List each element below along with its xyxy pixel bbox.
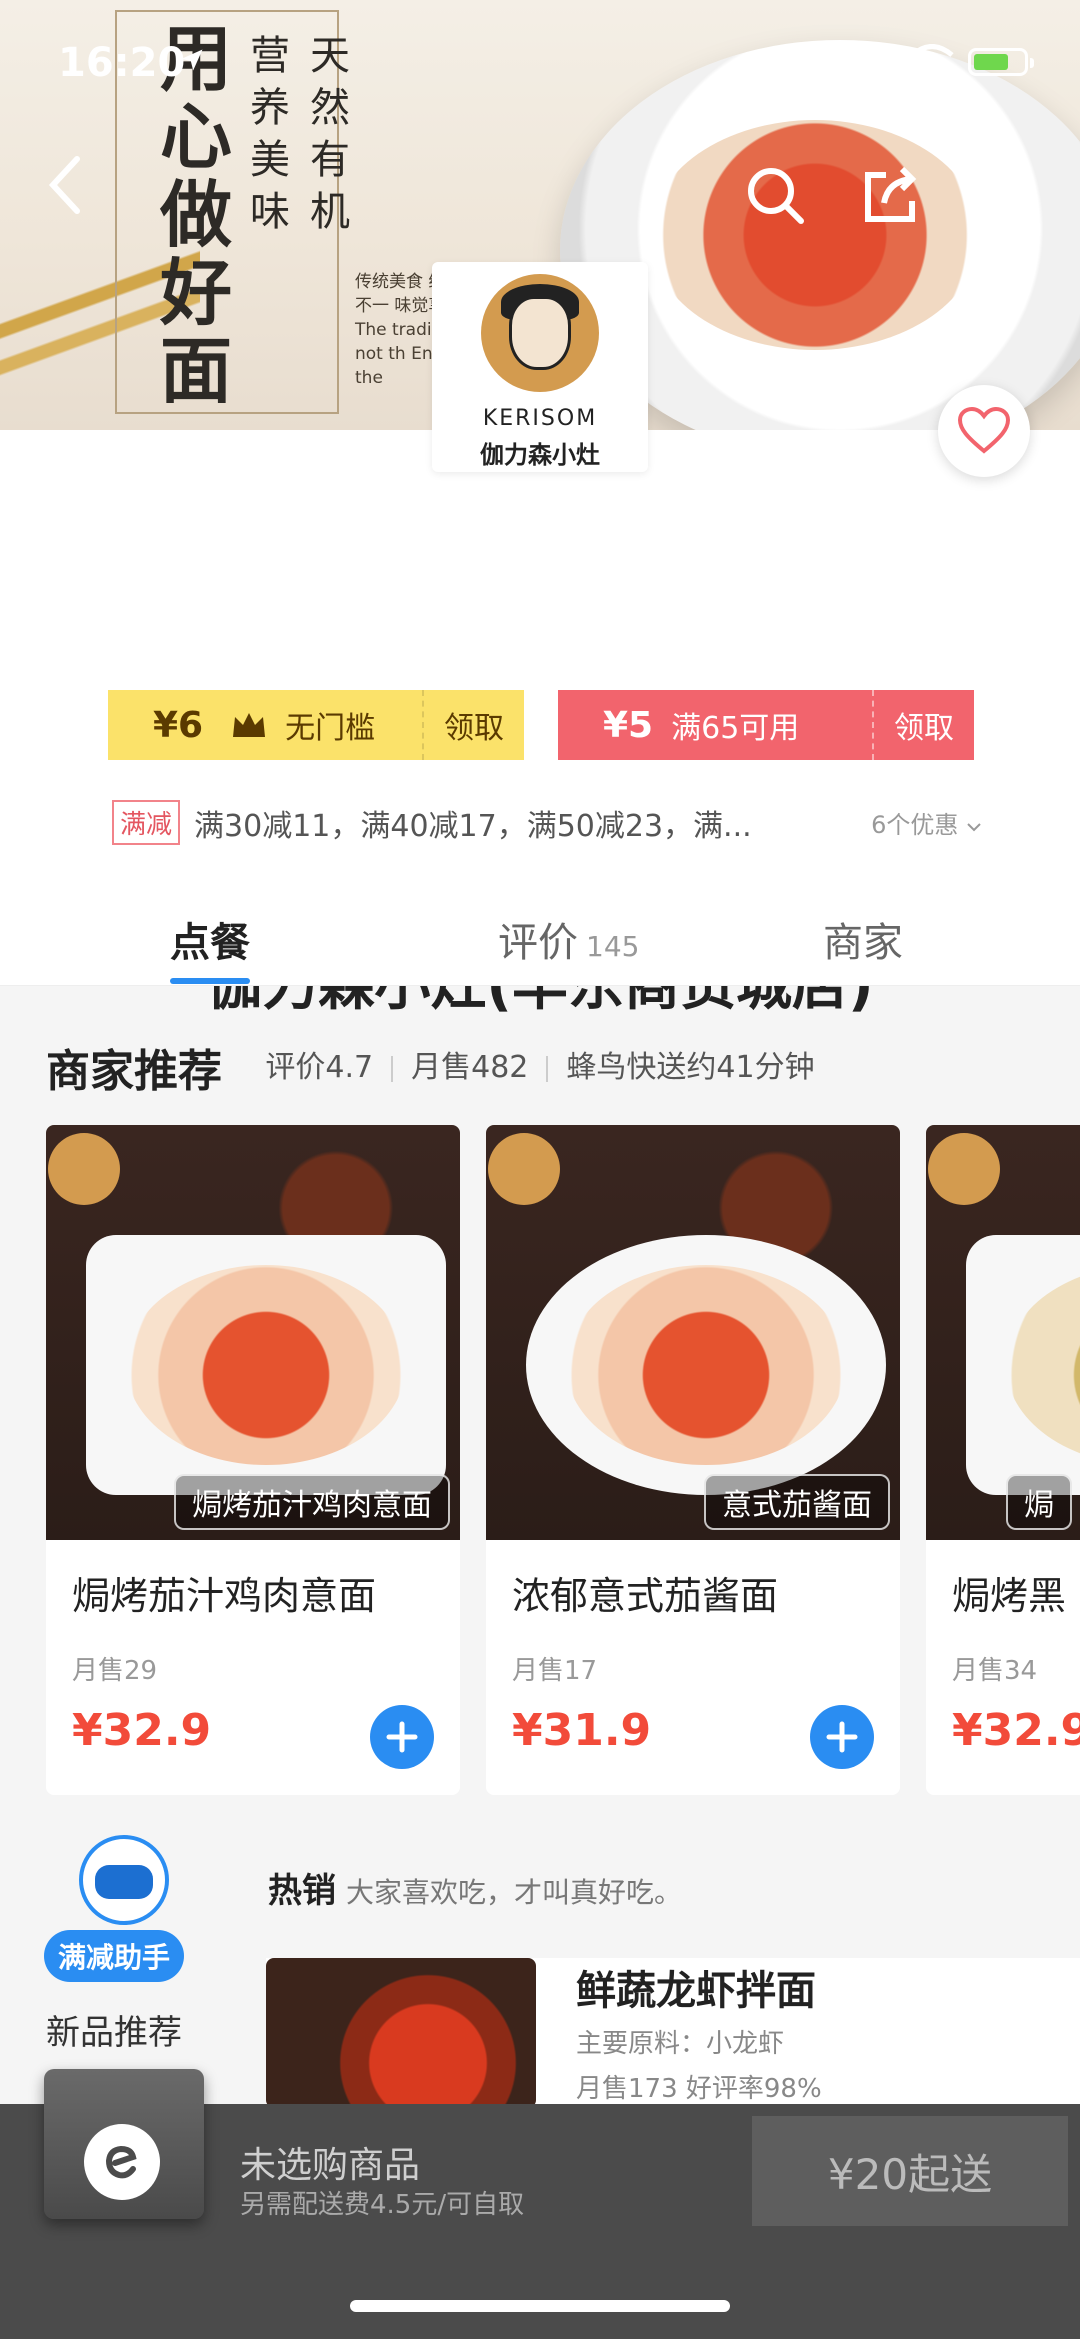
tab-bar: 点餐 评价 145 商家 — [0, 870, 1080, 986]
dish-image-caption: 意式茄酱面 — [704, 1474, 890, 1530]
discount-assistant-label: 满减助手 — [44, 1930, 184, 1982]
menu-category-new[interactable]: 新品推荐 — [46, 2005, 182, 2054]
promo-row[interactable]: 满减 满30减11，满40减17，满50减23，满... 6个优惠 — [112, 800, 982, 845]
checkout-button[interactable]: ¥20起送 — [752, 2116, 1068, 2226]
status-time: 16:20 — [58, 40, 186, 86]
dish-card[interactable]: 焗 焗烤黑 月售34 ¥32.9 — [926, 1125, 1080, 1795]
plus-icon — [386, 1721, 418, 1753]
cart-button[interactable] — [44, 2069, 204, 2224]
dish-sales: 月售17 — [512, 1656, 598, 1686]
coupon-desc: 满65可用 — [671, 711, 800, 746]
dish-card[interactable]: 焗烤茄汁鸡肉意面 焗烤茄汁鸡肉意面 月售29 ¥32.9 — [46, 1125, 460, 1795]
coupon-claim-button[interactable]: 领取 — [422, 690, 524, 760]
tab-order-label: 点餐 — [170, 920, 250, 966]
home-indicator[interactable] — [350, 2300, 730, 2312]
store-logo-cn: 伽力森小灶 — [480, 441, 600, 469]
tab-merchant-label: 商家 — [823, 920, 903, 966]
menu-item[interactable]: 鲜蔬龙虾拌面 主要原料：小龙虾 月售173 好评率98% — [266, 1958, 1080, 2108]
coupon-desc: 无门槛 — [285, 711, 376, 746]
dish-sales: 月售29 — [72, 1656, 158, 1686]
store-delivery-time: 蜂鸟快送约41分钟 — [566, 1050, 815, 1085]
heart-icon — [957, 407, 1011, 454]
tab-reviews-count: 145 — [586, 930, 640, 963]
menu-item-stats: 月售173 好评率98% — [576, 2074, 822, 2104]
menu-item-ingredients: 主要原料：小龙虾 — [576, 2029, 785, 2059]
store-logo-brand: KERISOM — [482, 406, 598, 431]
group-order-button[interactable]: 拼 — [970, 160, 1040, 230]
chevron-left-icon — [48, 156, 80, 214]
promo-count-label: 6个优惠 — [871, 811, 959, 839]
brand-badge — [488, 1133, 560, 1205]
discount-assistant-button[interactable]: 满减助手 — [44, 1835, 184, 1985]
dish-image: 焗烤茄汁鸡肉意面 — [46, 1125, 460, 1540]
section-title-recommend: 商家推荐 — [46, 1046, 222, 1097]
dish-image-caption: 焗 — [1006, 1474, 1072, 1530]
recommend-carousel[interactable]: 焗烤茄汁鸡肉意面 焗烤茄汁鸡肉意面 月售29 ¥32.9 意式茄酱面 浓郁意式茄… — [46, 1125, 1080, 1795]
location-arrow-icon — [181, 49, 203, 71]
status-bar: 16:20 — [0, 0, 1080, 130]
back-button[interactable] — [30, 150, 100, 220]
tab-active-indicator — [170, 978, 250, 984]
favorite-button[interactable] — [938, 385, 1030, 477]
robot-icon — [79, 1835, 169, 1925]
store-monthly-sales: 月售482 — [411, 1050, 529, 1085]
store-logo: KERISOM 伽力森小灶 — [432, 262, 648, 472]
tab-merchant[interactable]: 商家 — [823, 910, 903, 968]
store-rating: 评价4.7 — [265, 1050, 374, 1085]
dish-image: 意式茄酱面 — [486, 1125, 900, 1540]
group-order-icon: 拼 — [976, 166, 1034, 224]
menu-section-desc: 大家喜欢吃，才叫真好吃。 — [346, 1876, 683, 1909]
plus-icon — [826, 1721, 858, 1753]
add-to-cart-button[interactable] — [370, 1705, 434, 1769]
add-to-cart-button[interactable] — [810, 1705, 874, 1769]
share-button[interactable] — [855, 160, 925, 230]
cart-logo-icon — [84, 2124, 160, 2200]
dish-name: 浓郁意式茄酱面 — [512, 1574, 779, 1618]
dish-price: ¥32.9 — [952, 1705, 1080, 1756]
menu-item-image — [266, 1958, 536, 2108]
coupon-amount: ¥5 — [603, 704, 654, 746]
menu-section-header: 热销 大家喜欢吃，才叫真好吃。 — [268, 1863, 682, 1912]
tab-reviews[interactable]: 评价 145 — [498, 910, 639, 968]
coupon-amount: ¥6 — [153, 704, 204, 746]
share-icon — [865, 166, 917, 222]
chevron-down-icon — [967, 823, 981, 832]
wifi-icon — [910, 44, 954, 76]
dish-image-caption: 焗烤茄汁鸡肉意面 — [174, 1474, 450, 1530]
store-logo-mark — [481, 274, 599, 392]
dish-card[interactable]: 意式茄酱面 浓郁意式茄酱面 月售17 ¥31.9 — [486, 1125, 900, 1795]
signal-icon — [845, 48, 896, 78]
menu-section-title: 热销 — [268, 1871, 336, 1911]
dish-price: ¥32.9 — [72, 1705, 212, 1756]
dish-image: 焗 — [926, 1125, 1080, 1540]
dish-price: ¥31.9 — [512, 1705, 652, 1756]
coupon-no-threshold[interactable]: ¥6 无门槛 领取 — [108, 690, 524, 760]
coupon-min-spend[interactable]: ¥5 满65可用 领取 — [558, 690, 974, 760]
battery-icon — [968, 48, 1034, 76]
search-button[interactable] — [740, 160, 810, 230]
svg-text:拼: 拼 — [991, 179, 1019, 212]
brand-badge — [48, 1133, 120, 1205]
banner-pasta-image — [650, 120, 980, 350]
menu-item-name: 鲜蔬龙虾拌面 — [576, 1968, 816, 2014]
dish-name: 焗烤黑 — [952, 1574, 1067, 1618]
search-icon — [748, 168, 804, 224]
coupon-claim-button[interactable]: 领取 — [872, 690, 974, 760]
brand-badge — [928, 1133, 1000, 1205]
divider — [546, 1055, 549, 1082]
promo-count[interactable]: 6个优惠 — [871, 805, 982, 840]
promo-text: 满30减11，满40减17，满50减23，满... — [194, 808, 752, 844]
promo-tag: 满减 — [112, 800, 181, 845]
dish-sales: 月售34 — [952, 1656, 1038, 1686]
cart-empty-text: 未选购商品 — [240, 2145, 421, 2186]
tab-reviews-label: 评价 — [498, 920, 578, 966]
dish-name: 焗烤茄汁鸡肉意面 — [72, 1574, 377, 1618]
crown-icon — [233, 713, 266, 737]
tab-order[interactable]: 点餐 — [170, 910, 250, 984]
cart-fee-text: 另需配送费4.5元/可自取 — [240, 2190, 525, 2220]
divider — [391, 1055, 394, 1082]
